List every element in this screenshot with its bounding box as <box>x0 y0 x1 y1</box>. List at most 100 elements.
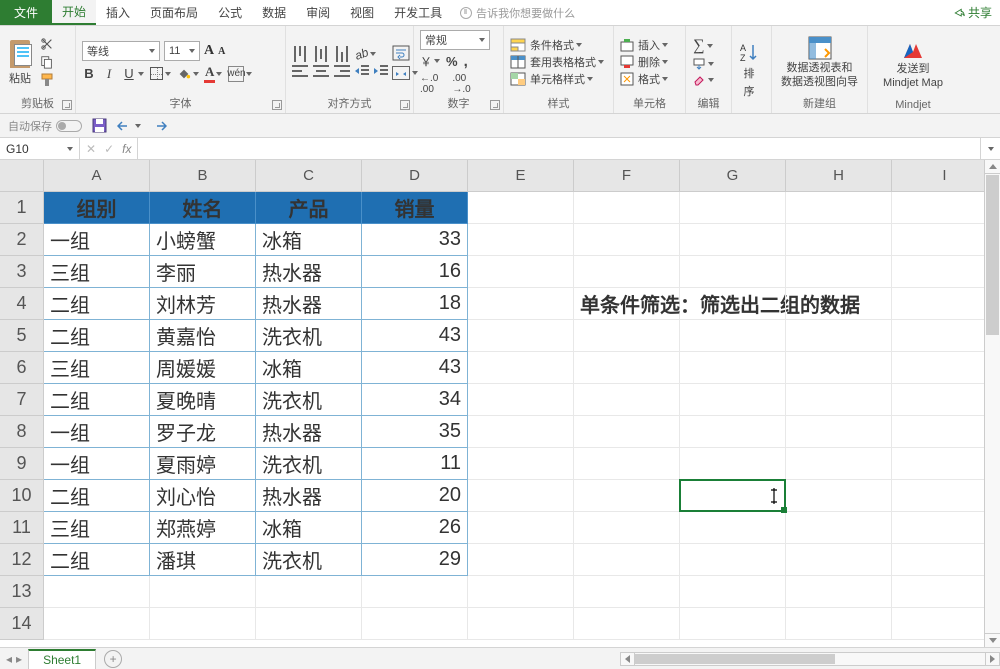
cell[interactable]: 姓名 <box>150 192 256 224</box>
pivot-wizard-button[interactable]: 数据透视表和 数据透视图向导 <box>781 35 858 89</box>
cell[interactable]: 单条件筛选：筛选出二组的数据 <box>574 288 680 320</box>
wrap-text-button[interactable] <box>392 45 410 61</box>
sheet-tab-active[interactable]: Sheet1 <box>28 649 96 669</box>
cell[interactable] <box>786 384 892 416</box>
cell[interactable]: 43 <box>362 352 468 384</box>
cell[interactable] <box>468 288 574 320</box>
cell[interactable] <box>786 192 892 224</box>
cell[interactable]: 销量 <box>362 192 468 224</box>
cell[interactable]: 二组 <box>44 384 150 416</box>
cell[interactable]: 26 <box>362 512 468 544</box>
cell[interactable]: 洗衣机 <box>256 448 362 480</box>
cell[interactable]: 热水器 <box>256 288 362 320</box>
cell[interactable] <box>786 320 892 352</box>
cell[interactable]: 郑燕婷 <box>150 512 256 544</box>
italic-button[interactable]: I <box>102 66 116 82</box>
cell[interactable] <box>468 352 574 384</box>
cell[interactable] <box>680 256 786 288</box>
cell[interactable]: 11 <box>362 448 468 480</box>
tab-formulas[interactable]: 公式 <box>208 0 252 25</box>
row-header[interactable]: 11 <box>0 512 44 544</box>
cell[interactable]: 周媛媛 <box>150 352 256 384</box>
row-header[interactable]: 12 <box>0 544 44 576</box>
cell[interactable] <box>892 288 998 320</box>
row-header[interactable]: 14 <box>0 608 44 640</box>
save-button[interactable] <box>92 118 107 133</box>
cell[interactable] <box>574 608 680 640</box>
formula-input[interactable] <box>138 138 980 159</box>
cell[interactable] <box>786 448 892 480</box>
cell[interactable]: 组别 <box>44 192 150 224</box>
font-color-button[interactable]: A <box>205 64 222 83</box>
align-center-button[interactable] <box>313 65 329 77</box>
column-header[interactable]: C <box>256 160 362 192</box>
orientation-button[interactable]: ab <box>355 47 376 61</box>
align-middle-button[interactable] <box>315 46 327 62</box>
copy-button[interactable] <box>38 54 56 70</box>
cell[interactable]: 刘林芳 <box>150 288 256 320</box>
cell[interactable]: 洗衣机 <box>256 384 362 416</box>
scroll-left-button[interactable] <box>621 653 635 665</box>
cell[interactable]: 洗衣机 <box>256 544 362 576</box>
cell[interactable] <box>892 256 998 288</box>
cell[interactable]: 33 <box>362 224 468 256</box>
cell[interactable] <box>786 416 892 448</box>
align-bottom-button[interactable] <box>336 46 348 62</box>
row-header[interactable]: 6 <box>0 352 44 384</box>
bold-button[interactable]: B <box>82 66 96 81</box>
cell[interactable]: 黄嘉怡 <box>150 320 256 352</box>
row-header[interactable]: 3 <box>0 256 44 288</box>
grow-font-button[interactable]: A <box>204 43 214 59</box>
cell[interactable] <box>680 608 786 640</box>
cell[interactable]: 潘琪 <box>150 544 256 576</box>
cell[interactable]: 三组 <box>44 256 150 288</box>
cell[interactable]: 二组 <box>44 544 150 576</box>
column-header[interactable]: F <box>574 160 680 192</box>
sheet-nav-prev[interactable]: ◂ <box>6 652 12 666</box>
cell[interactable]: 34 <box>362 384 468 416</box>
cell[interactable] <box>150 608 256 640</box>
align-top-button[interactable] <box>294 46 306 62</box>
paste-button[interactable]: 粘贴 <box>6 38 34 86</box>
scroll-up-button[interactable] <box>985 160 1000 174</box>
cell[interactable] <box>468 480 574 512</box>
delete-cells-button[interactable]: 删除 <box>620 54 668 70</box>
borders-button[interactable] <box>150 67 171 80</box>
cell[interactable] <box>256 608 362 640</box>
cell[interactable] <box>468 608 574 640</box>
cell[interactable] <box>574 416 680 448</box>
cell[interactable]: 洗衣机 <box>256 320 362 352</box>
insert-function-button[interactable]: fx <box>122 142 131 156</box>
horizontal-scrollbar[interactable] <box>620 652 1000 666</box>
decrease-decimal-button[interactable]: .00→.0 <box>452 73 478 95</box>
cell[interactable] <box>786 288 892 320</box>
row-header[interactable]: 13 <box>0 576 44 608</box>
cell[interactable] <box>468 512 574 544</box>
grid[interactable]: ABCDEFGHI1组别姓名产品销量2一组小螃蟹冰箱333三组李丽热水器164二… <box>0 160 1000 640</box>
sort-button[interactable]: AZ 排 序 <box>738 41 760 99</box>
cell[interactable] <box>680 512 786 544</box>
cell[interactable] <box>680 192 786 224</box>
cancel-formula-button[interactable]: ✕ <box>86 142 96 156</box>
cell[interactable]: 刘心怡 <box>150 480 256 512</box>
cell[interactable]: 热水器 <box>256 416 362 448</box>
cell[interactable]: 一组 <box>44 448 150 480</box>
column-header[interactable]: B <box>150 160 256 192</box>
format-painter-button[interactable] <box>38 72 56 88</box>
clipboard-dialog-launcher[interactable] <box>62 100 72 110</box>
cell[interactable] <box>680 288 786 320</box>
cell[interactable]: 三组 <box>44 352 150 384</box>
fill-button[interactable] <box>692 57 714 71</box>
cell[interactable]: 冰箱 <box>256 512 362 544</box>
mindjet-button[interactable]: 发送到 Mindjet Map <box>883 38 943 90</box>
cell[interactable] <box>680 224 786 256</box>
cell[interactable]: 一组 <box>44 224 150 256</box>
column-header[interactable]: I <box>892 160 998 192</box>
insert-cells-button[interactable]: 插入 <box>620 37 668 53</box>
cell[interactable]: 冰箱 <box>256 224 362 256</box>
sheet-nav-next[interactable]: ▸ <box>16 652 22 666</box>
cell[interactable] <box>468 448 574 480</box>
new-sheet-button[interactable]: + <box>104 650 122 668</box>
cell[interactable] <box>786 256 892 288</box>
align-left-button[interactable] <box>292 65 308 77</box>
